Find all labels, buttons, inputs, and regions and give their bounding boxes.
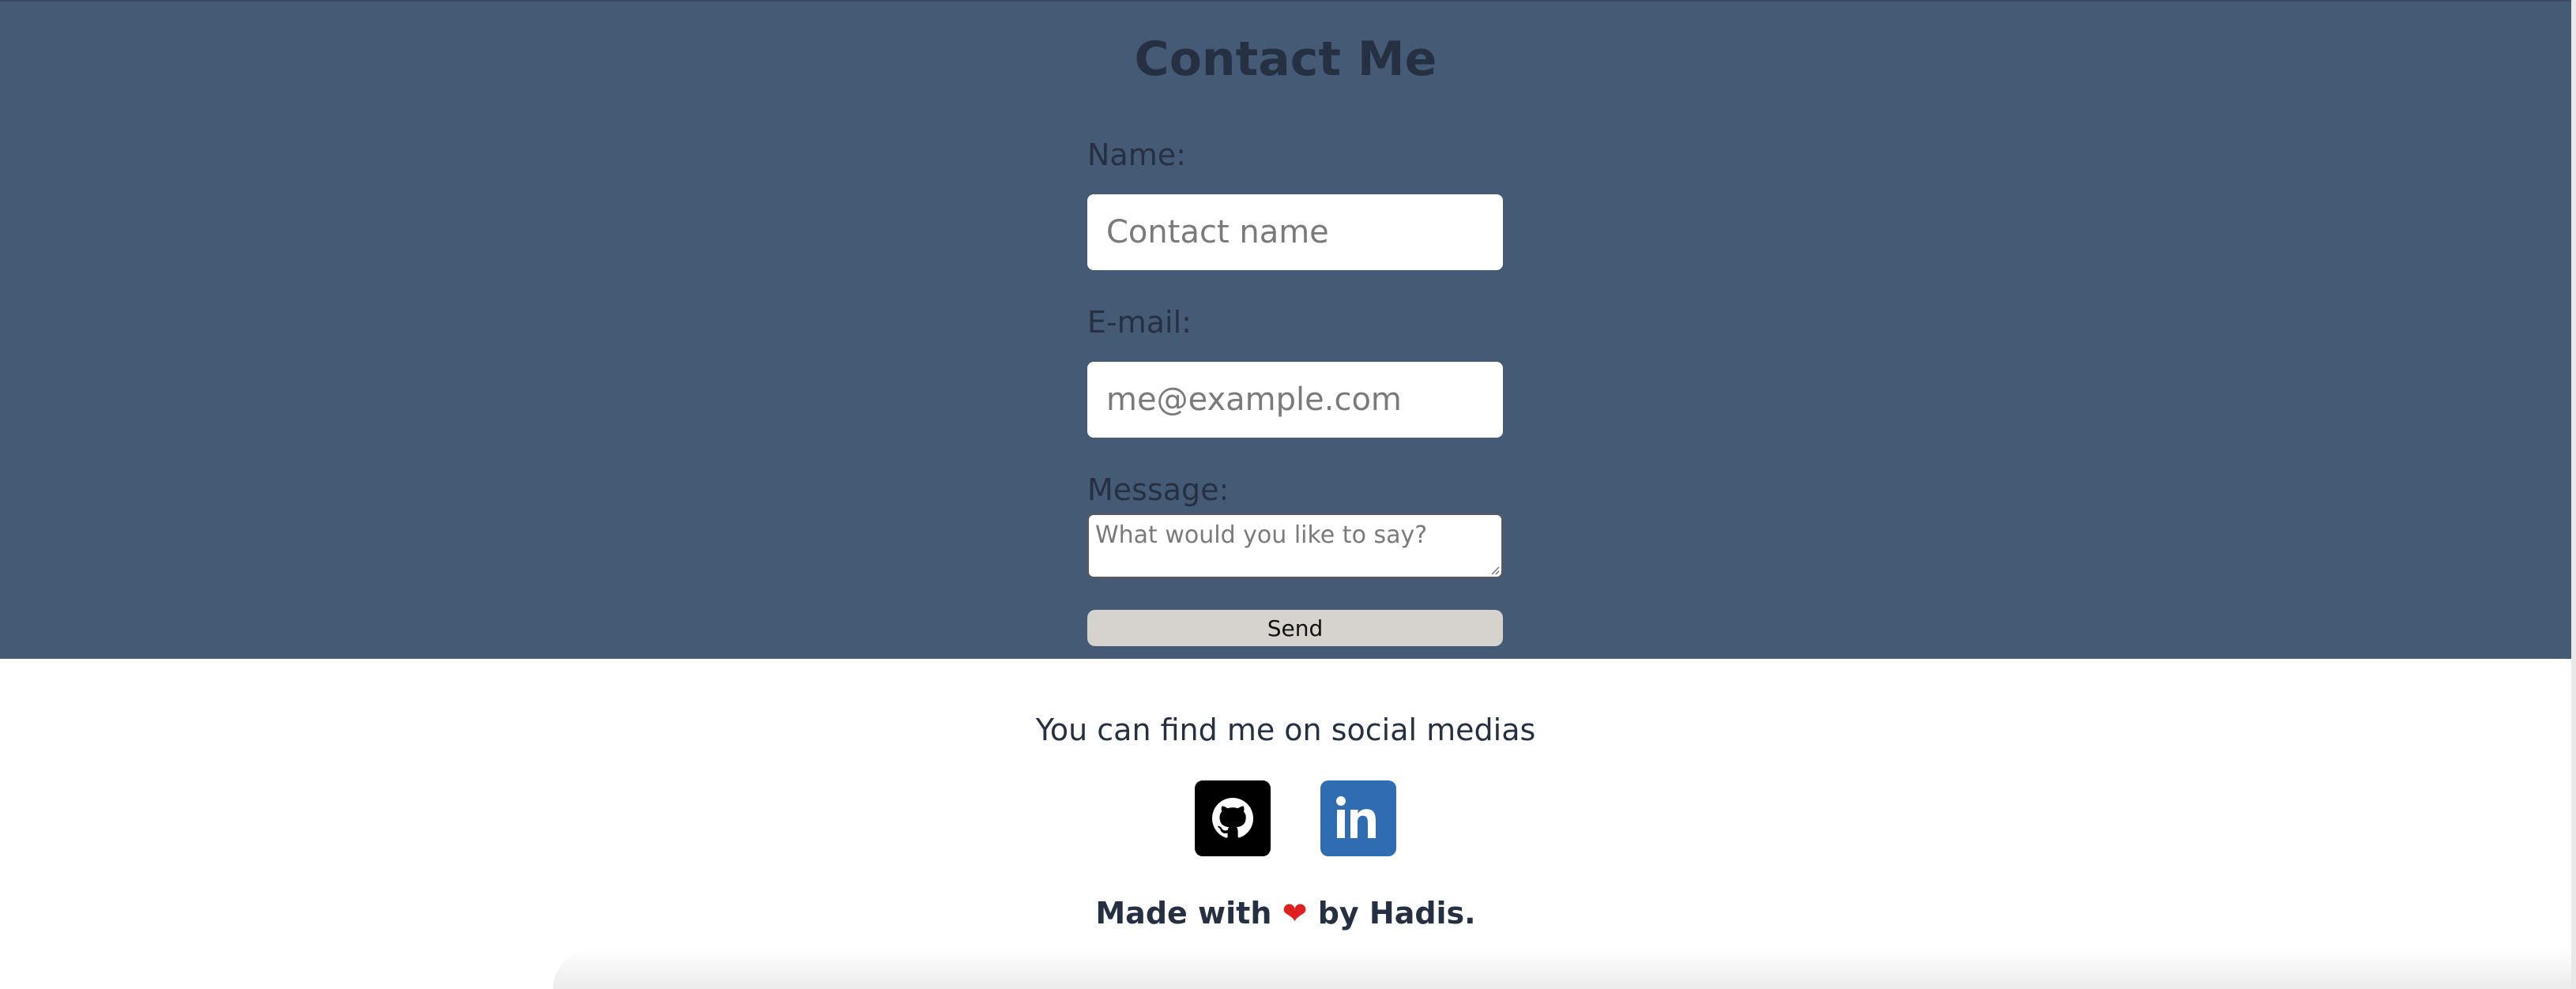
scrollbar-track — [2571, 0, 2576, 989]
footer-author: by Hadis. — [1317, 896, 1476, 931]
heart-icon: ❤ — [1282, 896, 1308, 931]
github-icon — [1212, 798, 1253, 838]
message-label: Message: — [1087, 472, 1230, 507]
github-link[interactable] — [1195, 780, 1271, 856]
send-button[interactable]: Send — [1087, 610, 1503, 646]
social-text: You can find me on social medias — [1035, 713, 1536, 747]
email-label: E-mail: — [1087, 305, 1192, 340]
name-label: Name: — [1087, 137, 1186, 172]
contact-section: Contact Me Name: E-mail: Message: Send — [0, 0, 2571, 659]
email-input[interactable] — [1087, 362, 1503, 438]
footer-made-with: Made with — [1095, 896, 1272, 931]
footer-credit: Made with ❤ by Hadis. — [0, 896, 2571, 931]
linkedin-link[interactable] — [1320, 780, 1396, 856]
bottom-shadow — [553, 948, 2571, 989]
name-input[interactable] — [1087, 194, 1503, 270]
linkedin-icon — [1336, 796, 1376, 838]
page-title: Contact Me — [1134, 32, 1437, 87]
message-textarea[interactable] — [1087, 513, 1503, 578]
